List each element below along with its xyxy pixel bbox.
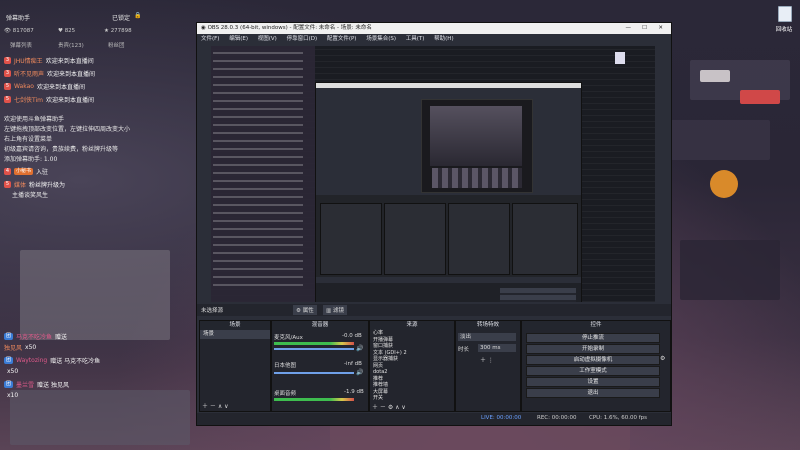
- menu-profile[interactable]: 配置文件(P): [327, 36, 357, 42]
- sources-dock: 来源 心率 开播弹幕 窗口捕获 文本 (GDI+) 2 显示器捕获 网页 dota2 推荐 推荐…: [369, 320, 455, 412]
- no-source-label: 未选择源: [201, 308, 224, 314]
- scenes-title: 场景: [200, 321, 270, 330]
- gift-count: ★ 277898: [104, 28, 132, 34]
- gift-row: x10: [7, 391, 19, 399]
- maximize-icon[interactable]: ☐: [642, 23, 647, 34]
- recycle-bin-shortcut[interactable]: 回收站: [772, 4, 796, 36]
- volume-slider[interactable]: [274, 372, 354, 374]
- obs-app-icon: ◉: [201, 25, 206, 31]
- transition-select[interactable]: 淡出: [458, 333, 516, 341]
- chat-line: 3 听不见雨声 欢迎来到本直播间: [4, 69, 96, 78]
- obs-window[interactable]: ◉ OBS 28.0.3 (64-bit, windows) - 配置文件: 未…: [196, 22, 672, 426]
- speaker-icon[interactable]: 🔊: [356, 345, 363, 352]
- system-message: 添加弹幕助手: 1.00: [4, 156, 58, 163]
- welcome-extra: 主播谈笑风生: [12, 192, 49, 199]
- gift-row: 独见风 x50: [4, 343, 37, 352]
- recycle-bin-label: 回收站: [775, 27, 793, 33]
- studio-mode-button[interactable]: 工作室模式: [526, 366, 660, 376]
- tab-vip[interactable]: 贵宾(123): [58, 41, 84, 49]
- menu-scene-collection[interactable]: 场景集合(S): [366, 36, 396, 42]
- tab-fans-club[interactable]: 粉丝团: [108, 41, 125, 49]
- properties-button[interactable]: ⚙ 属性: [293, 305, 317, 315]
- controls-dock: 控件 停止推流 开始录制 启动虚拟摄像机 ⚙ 工作室模式 设置 退出: [521, 320, 671, 412]
- gift-row: 团墨兰雪 赠送 独见风: [4, 380, 69, 389]
- source-toolbar: 未选择源 ⚙ 属性 ▥ 滤镜: [197, 304, 671, 316]
- scenes-dock: 场景 场景 ＋ － ∧ ∨: [199, 320, 271, 412]
- chat-line: 5 七剑侠Tim 欢迎来到本直播间: [4, 95, 95, 104]
- menu-edit[interactable]: 编辑(E): [229, 36, 248, 42]
- system-message: 欢迎使用斗鱼弹幕助手: [4, 116, 65, 123]
- minimize-icon[interactable]: —: [626, 23, 632, 34]
- danmu-lock-status: 已锁定: [112, 15, 131, 22]
- menu-view[interactable]: 视图(V): [258, 36, 277, 42]
- scene-add-icon[interactable]: ＋ － ∧ ∨: [202, 401, 229, 410]
- system-message: 初级嘉宾请咨询，贵族续费，粉丝牌升级等: [4, 146, 119, 153]
- chat-line: 5 Wakao 欢迎来到本直播间: [4, 82, 85, 91]
- filters-button[interactable]: ▥ 滤镜: [323, 305, 347, 315]
- mixer-channel-name: 日本他图: [274, 363, 297, 369]
- mixer-title: 混音器: [272, 321, 368, 330]
- exit-button[interactable]: 退出: [526, 388, 660, 398]
- close-icon[interactable]: ✕: [658, 23, 663, 34]
- system-message: 右上角有设置菜单: [4, 136, 53, 143]
- system-message: 左键拖拽顶部改变位置，左键拉伸四周改变大小: [4, 126, 131, 133]
- fans-count: ♥ 825: [58, 28, 76, 34]
- scene-item[interactable]: 场景: [200, 330, 270, 339]
- transition-add-icon[interactable]: ＋ ⋮: [480, 355, 494, 364]
- rec-status: REC: 00:00:00: [537, 415, 577, 421]
- gift-row: 团 Waytozing 赠送 马克不吃冷鱼: [4, 356, 101, 365]
- mixer-channel-db: -0.0 dB: [342, 333, 362, 339]
- start-recording-button[interactable]: 开始录制: [526, 344, 660, 354]
- lock-icon[interactable]: 🔒: [134, 12, 141, 19]
- menu-file[interactable]: 文件(F): [201, 36, 219, 42]
- obs-statusbar: LIVE: 00:00:00 REC: 00:00:00 CPU: 1.6%, …: [197, 413, 671, 425]
- source-add-icon[interactable]: ＋ － ⚙ ∧ ∨: [372, 402, 406, 411]
- live-status: LIVE: 00:00:00: [481, 415, 522, 421]
- tab-danmu-list[interactable]: 弹幕列表: [10, 41, 32, 49]
- obs-menubar: 文件(F) 编辑(E) 视图(V) 停靠窗口(D) 配置文件(P) 场景集合(S…: [197, 34, 671, 44]
- mixer-channel-name: 桌面音频: [274, 391, 297, 397]
- virtual-camera-settings-icon[interactable]: ⚙: [660, 355, 665, 362]
- gift-line: 4 小秘书 入驻: [4, 167, 49, 176]
- obs-preview[interactable]: [211, 46, 655, 302]
- mixer-channel-db: -inf dB: [344, 361, 362, 367]
- settings-button[interactable]: 设置: [526, 377, 660, 387]
- duration-input[interactable]: 300 ms: [478, 344, 516, 352]
- danmu-title: 弹幕助手: [6, 15, 31, 22]
- menu-help[interactable]: 帮助(H): [434, 36, 453, 42]
- viewer-count: 👁 817087: [4, 28, 34, 34]
- obs-title: OBS 28.0.3 (64-bit, windows) - 配置文件: 未命名…: [207, 25, 372, 31]
- gift-row: 团马克不吃冷鱼 赠送: [4, 332, 68, 341]
- volume-meter: [274, 342, 354, 345]
- mixer-channel-name: 麦克风/Aux: [274, 335, 303, 341]
- gift-row: x50: [7, 367, 19, 375]
- danmu-overlay[interactable]: 弹幕助手 已锁定 🔒 👁 817087 ♥ 825 ★ 277898 弹幕列表 …: [0, 0, 196, 420]
- stop-stream-button[interactable]: 停止推流: [526, 333, 660, 343]
- volume-meter: [274, 398, 354, 401]
- mixer-dock: 混音器 麦克风/Aux -0.0 dB 🔊 日本他图 -inf dB 🔊 桌面音…: [271, 320, 369, 412]
- duration-label: 时长: [458, 347, 470, 353]
- transitions-title: 转场特效: [456, 321, 520, 330]
- preview-nested-obs: [315, 82, 582, 302]
- transitions-dock: 转场特效 淡出 时长 300 ms ＋ ⋮: [455, 320, 521, 412]
- chat-line: 3 JHU情痴王 欢迎来到本直播间: [4, 56, 94, 65]
- menu-tools[interactable]: 工具(T): [406, 36, 425, 42]
- start-virtual-camera-button[interactable]: 启动虚拟摄像机: [526, 355, 660, 365]
- recycle-bin-icon: [778, 6, 792, 22]
- mixer-channel-db: -1.9 dB: [344, 389, 364, 395]
- volume-slider[interactable]: [274, 348, 354, 350]
- sources-title: 来源: [370, 321, 454, 330]
- obs-titlebar[interactable]: ◉ OBS 28.0.3 (64-bit, windows) - 配置文件: 未…: [197, 23, 671, 34]
- cpu-status: CPU: 1.6%, 60.00 fps: [589, 415, 648, 421]
- menu-docks[interactable]: 停靠窗口(D): [287, 36, 318, 42]
- controls-title: 控件: [522, 321, 670, 330]
- source-item[interactable]: 开关: [370, 395, 454, 402]
- speaker-icon[interactable]: 🔊: [356, 369, 363, 376]
- welcome-line: 5 媒体 粉丝牌升级为: [4, 180, 66, 189]
